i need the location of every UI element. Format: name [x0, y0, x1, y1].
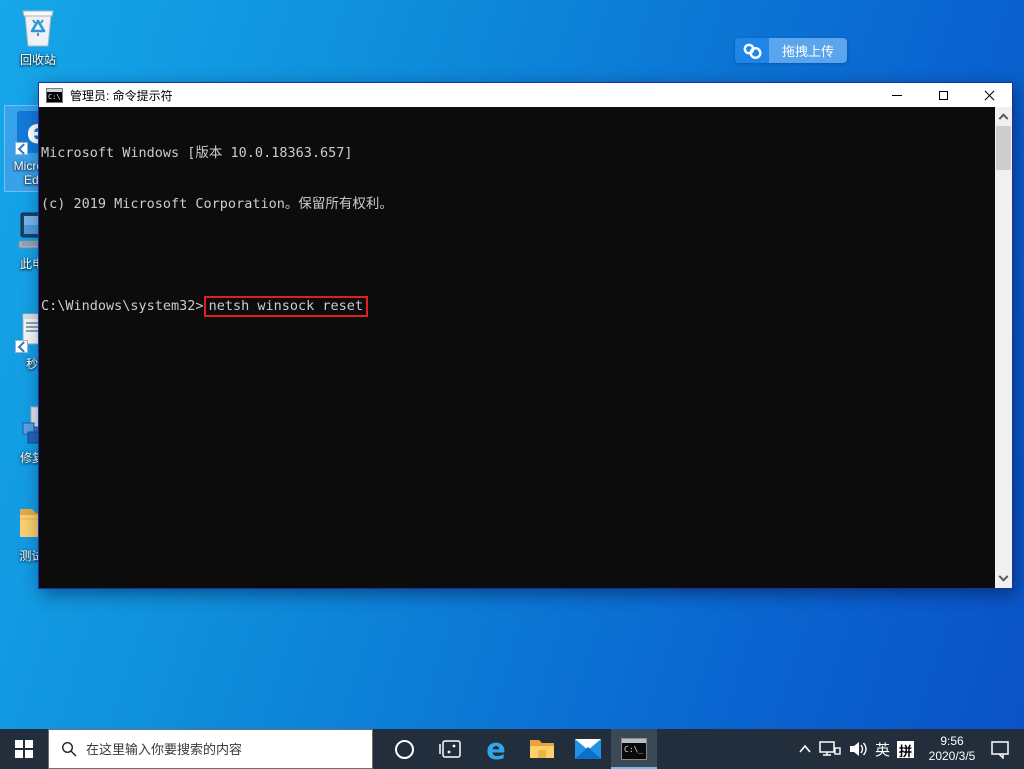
command-prompt-window: 管理员: 命令提示符 Microsoft Windows [版本 10.0.18…	[38, 82, 1013, 589]
maximize-button[interactable]	[920, 83, 966, 107]
command-prompt-icon	[621, 738, 647, 760]
system-tray: 英 拼 9:56 2020/3/5	[798, 729, 1024, 769]
search-icon	[61, 741, 77, 757]
network-ethernet-icon	[819, 741, 841, 756]
tray-volume-button[interactable]	[848, 729, 868, 769]
desktop-icon-recycle-bin[interactable]: 回收站	[5, 2, 71, 67]
windows-logo-icon	[15, 740, 33, 758]
desktop: 回收站 e Microsoft Edge 此电脑	[0, 0, 1024, 769]
console-prompt: C:\Windows\system32>	[41, 298, 204, 314]
cortana-icon	[394, 739, 414, 759]
search-input[interactable]	[86, 741, 360, 757]
clock-date: 2020/3/5	[928, 749, 976, 763]
taskbar-apps: e	[381, 729, 657, 769]
taskbar-task-view-button[interactable]	[427, 729, 473, 769]
recycle-bin-icon	[14, 2, 62, 50]
shortcut-arrow-icon	[15, 142, 28, 155]
tray-language-indicator[interactable]: 英	[875, 729, 890, 769]
upload-button-label: 拖拽上传	[769, 38, 848, 63]
console-area[interactable]: Microsoft Windows [版本 10.0.18363.657] (c…	[39, 107, 1012, 588]
scrollbar-up-arrow[interactable]	[995, 107, 1012, 124]
chevron-up-icon	[799, 744, 811, 753]
console-scrollbar[interactable]	[995, 107, 1012, 588]
tray-network-button[interactable]	[819, 729, 841, 769]
scrollbar-thumb[interactable]	[996, 126, 1011, 170]
ime-pinyin-icon: 拼	[897, 740, 914, 759]
taskbar-cortana-button[interactable]	[381, 729, 427, 769]
action-center-button[interactable]	[990, 729, 1010, 769]
window-titlebar[interactable]: 管理员: 命令提示符	[39, 83, 1012, 107]
console-line-version: Microsoft Windows [版本 10.0.18363.657]	[41, 145, 353, 161]
close-icon	[984, 90, 995, 101]
baidu-netdisk-upload-button[interactable]: 拖拽上传	[735, 38, 848, 63]
desktop-icon-label: 回收站	[19, 53, 56, 67]
taskbar-clock[interactable]: 9:56 2020/3/5	[921, 734, 983, 764]
console-line-copyright: (c) 2019 Microsoft Corporation。保留所有权利。	[41, 196, 393, 212]
mail-icon	[575, 739, 601, 759]
cmd-window-icon	[46, 87, 63, 103]
close-button[interactable]	[966, 83, 1012, 107]
taskbar-file-explorer-button[interactable]	[519, 729, 565, 769]
edge-icon: e	[486, 731, 506, 766]
action-center-icon	[991, 740, 1009, 759]
baidu-netdisk-cloud-icon	[735, 38, 769, 63]
tray-ime-button[interactable]: 拼	[897, 729, 914, 769]
minimize-icon	[892, 94, 902, 96]
task-view-icon	[439, 740, 461, 758]
console-command-highlighted: netsh winsock reset	[203, 296, 368, 317]
scrollbar-down-arrow[interactable]	[995, 571, 1012, 588]
console-output: Microsoft Windows [版本 10.0.18363.657] (c…	[41, 111, 992, 349]
taskbar-edge-button[interactable]: e	[473, 729, 519, 769]
speaker-icon	[849, 742, 867, 756]
maximize-icon	[938, 90, 948, 100]
tray-show-hidden-icons-button[interactable]	[798, 729, 812, 769]
minimize-button[interactable]	[874, 83, 920, 107]
console-prompt-line: C:\Windows\system32> netsh winsock reset	[41, 296, 992, 317]
start-button[interactable]	[0, 729, 48, 769]
shortcut-arrow-icon	[15, 340, 28, 353]
clock-time: 9:56	[940, 734, 964, 748]
file-explorer-icon	[530, 740, 554, 758]
taskbar-mail-button[interactable]	[565, 729, 611, 769]
window-title: 管理员: 命令提示符	[70, 88, 173, 103]
window-controls	[874, 83, 1012, 107]
taskbar-command-prompt-button[interactable]	[611, 729, 657, 769]
taskbar-search-box[interactable]	[48, 729, 373, 769]
taskbar: e	[0, 729, 1024, 769]
